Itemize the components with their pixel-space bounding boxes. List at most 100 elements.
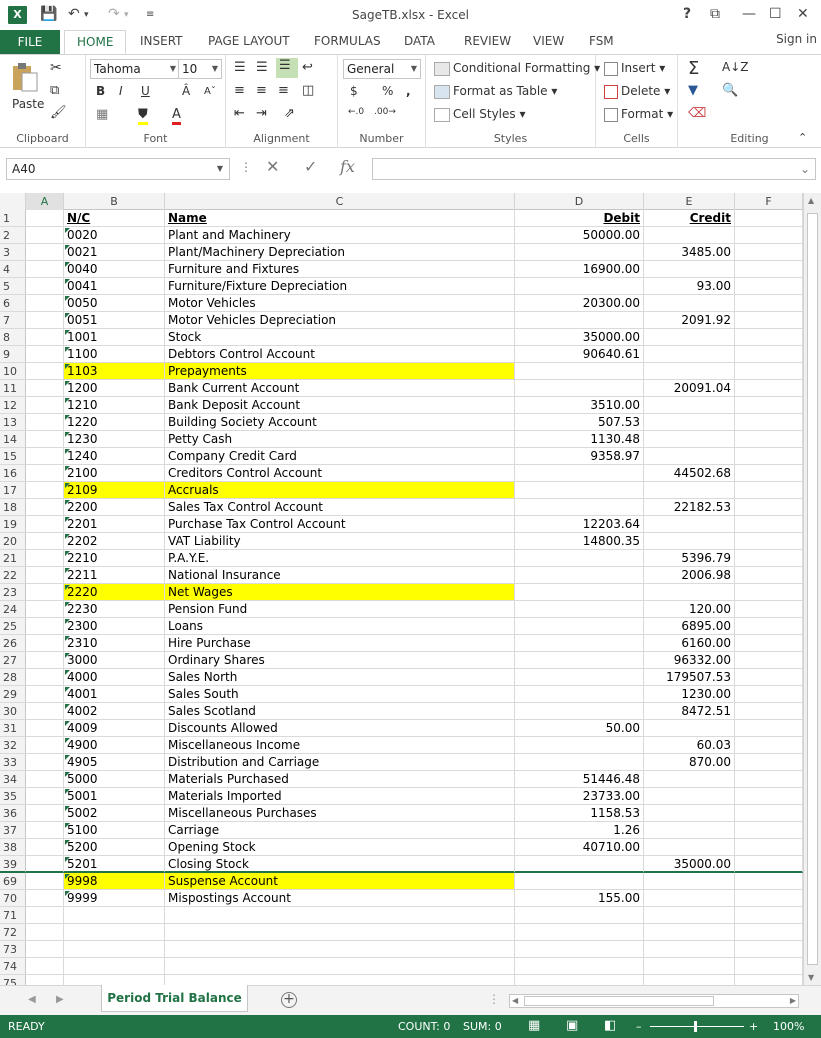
cell-f[interactable]: [735, 278, 803, 295]
cell-f[interactable]: [735, 397, 803, 414]
cell-name[interactable]: [165, 975, 515, 985]
cell-debit[interactable]: 14800.35: [515, 533, 644, 550]
cell-nc[interactable]: 2211: [64, 567, 165, 584]
scroll-thumb[interactable]: [807, 213, 818, 965]
row-header[interactable]: 24: [0, 601, 26, 618]
tab-insert[interactable]: INSERT: [140, 34, 183, 48]
cell-debit[interactable]: [515, 618, 644, 635]
cell-name[interactable]: [165, 924, 515, 941]
cell-name[interactable]: Furniture and Fixtures: [165, 261, 515, 278]
cell-f[interactable]: [735, 244, 803, 261]
cell-name[interactable]: Sales South: [165, 686, 515, 703]
wrap-text-icon[interactable]: ↩: [302, 60, 313, 75]
cell-nc[interactable]: 4001: [64, 686, 165, 703]
cell-debit[interactable]: 40710.00: [515, 839, 644, 856]
scroll-up-icon[interactable]: ▲: [808, 196, 814, 205]
cell-f[interactable]: [735, 567, 803, 584]
cell-nc[interactable]: [64, 958, 165, 975]
format-button[interactable]: Format ▾: [604, 107, 673, 122]
cut-icon[interactable]: ✂: [50, 60, 62, 76]
cell-debit[interactable]: [515, 907, 644, 924]
cell-credit[interactable]: [644, 448, 735, 465]
cell-a[interactable]: [26, 431, 64, 448]
format-painter-icon[interactable]: 🖌: [50, 105, 67, 120]
cell-name[interactable]: Sales Tax Control Account: [165, 499, 515, 516]
cell-name[interactable]: Plant and Machinery: [165, 227, 515, 244]
cell-a[interactable]: [26, 720, 64, 737]
row-header[interactable]: 21: [0, 550, 26, 567]
cell-credit[interactable]: [644, 839, 735, 856]
row-header[interactable]: 33: [0, 754, 26, 771]
row-header[interactable]: 7: [0, 312, 26, 329]
cell-f[interactable]: [735, 754, 803, 771]
zoom-level[interactable]: 100%: [773, 1020, 804, 1033]
cell-f[interactable]: [735, 414, 803, 431]
cell-name[interactable]: Distribution and Carriage: [165, 754, 515, 771]
cell-f[interactable]: [735, 431, 803, 448]
percent-button[interactable]: %: [382, 84, 393, 98]
row-header[interactable]: 32: [0, 737, 26, 754]
cell-a[interactable]: [26, 261, 64, 278]
cell-name[interactable]: Sales Scotland: [165, 703, 515, 720]
cell-credit[interactable]: 35000.00: [644, 856, 735, 873]
row-header[interactable]: 30: [0, 703, 26, 720]
cell-nc[interactable]: 1103: [64, 363, 165, 380]
italic-button[interactable]: I: [119, 84, 123, 98]
row-header[interactable]: 28: [0, 669, 26, 686]
cell-a[interactable]: [26, 839, 64, 856]
cell-f[interactable]: [735, 635, 803, 652]
row-header[interactable]: 6: [0, 295, 26, 312]
cell-f[interactable]: [735, 975, 803, 985]
cell-a[interactable]: [26, 941, 64, 958]
decrease-indent-icon[interactable]: ⇤: [234, 106, 245, 121]
cell-f[interactable]: [735, 822, 803, 839]
cell-nc[interactable]: 2230: [64, 601, 165, 618]
cell-nc[interactable]: 1200: [64, 380, 165, 397]
cell-debit[interactable]: [515, 380, 644, 397]
row-header[interactable]: 18: [0, 499, 26, 516]
cell-nc[interactable]: 2220: [64, 584, 165, 601]
cell-f[interactable]: [735, 601, 803, 618]
decrease-decimal-icon[interactable]: .00→: [374, 107, 396, 117]
number-format-field[interactable]: General ▼: [343, 59, 421, 79]
cell-name[interactable]: Pension Fund: [165, 601, 515, 618]
cell-debit[interactable]: 1158.53: [515, 805, 644, 822]
cell-debit[interactable]: 50000.00: [515, 227, 644, 244]
cell-f[interactable]: [735, 873, 803, 890]
row-header[interactable]: 11: [0, 380, 26, 397]
fill-icon[interactable]: ▼: [688, 83, 698, 98]
cell-credit[interactable]: [644, 958, 735, 975]
tab-page-layout[interactable]: PAGE LAYOUT: [208, 34, 290, 48]
cell-a[interactable]: [26, 873, 64, 890]
cell-credit[interactable]: [644, 261, 735, 278]
cell-name[interactable]: National Insurance: [165, 567, 515, 584]
cell-f[interactable]: [735, 584, 803, 601]
cell-credit[interactable]: 5396.79: [644, 550, 735, 567]
cell-name[interactable]: Name: [165, 210, 515, 227]
cell-nc[interactable]: 1001: [64, 329, 165, 346]
align-right-icon[interactable]: ≡: [278, 83, 289, 98]
cell-f[interactable]: [735, 499, 803, 516]
cell-f[interactable]: [735, 703, 803, 720]
sign-in-link[interactable]: Sign in: [776, 32, 817, 46]
cell-credit[interactable]: 6160.00: [644, 635, 735, 652]
cell-a[interactable]: [26, 907, 64, 924]
cell-debit[interactable]: [515, 669, 644, 686]
cell-name[interactable]: Miscellaneous Purchases: [165, 805, 515, 822]
cell-debit[interactable]: [515, 584, 644, 601]
decrease-font-icon[interactable]: Aˇ: [204, 86, 216, 97]
cell-f[interactable]: [735, 533, 803, 550]
find-select-icon[interactable]: 🔍: [722, 83, 738, 98]
cell-name[interactable]: VAT Liability: [165, 533, 515, 550]
row-header[interactable]: 4: [0, 261, 26, 278]
cell-name[interactable]: [165, 958, 515, 975]
add-sheet-icon[interactable]: +: [281, 992, 297, 1008]
cell-name[interactable]: Ordinary Shares: [165, 652, 515, 669]
row-header[interactable]: 27: [0, 652, 26, 669]
row-header[interactable]: 73: [0, 941, 26, 958]
cell-nc[interactable]: 0051: [64, 312, 165, 329]
cell-name[interactable]: Plant/Machinery Depreciation: [165, 244, 515, 261]
cell-nc[interactable]: 9998: [64, 873, 165, 890]
column-header-c[interactable]: C: [165, 193, 515, 210]
cell-debit[interactable]: [515, 550, 644, 567]
